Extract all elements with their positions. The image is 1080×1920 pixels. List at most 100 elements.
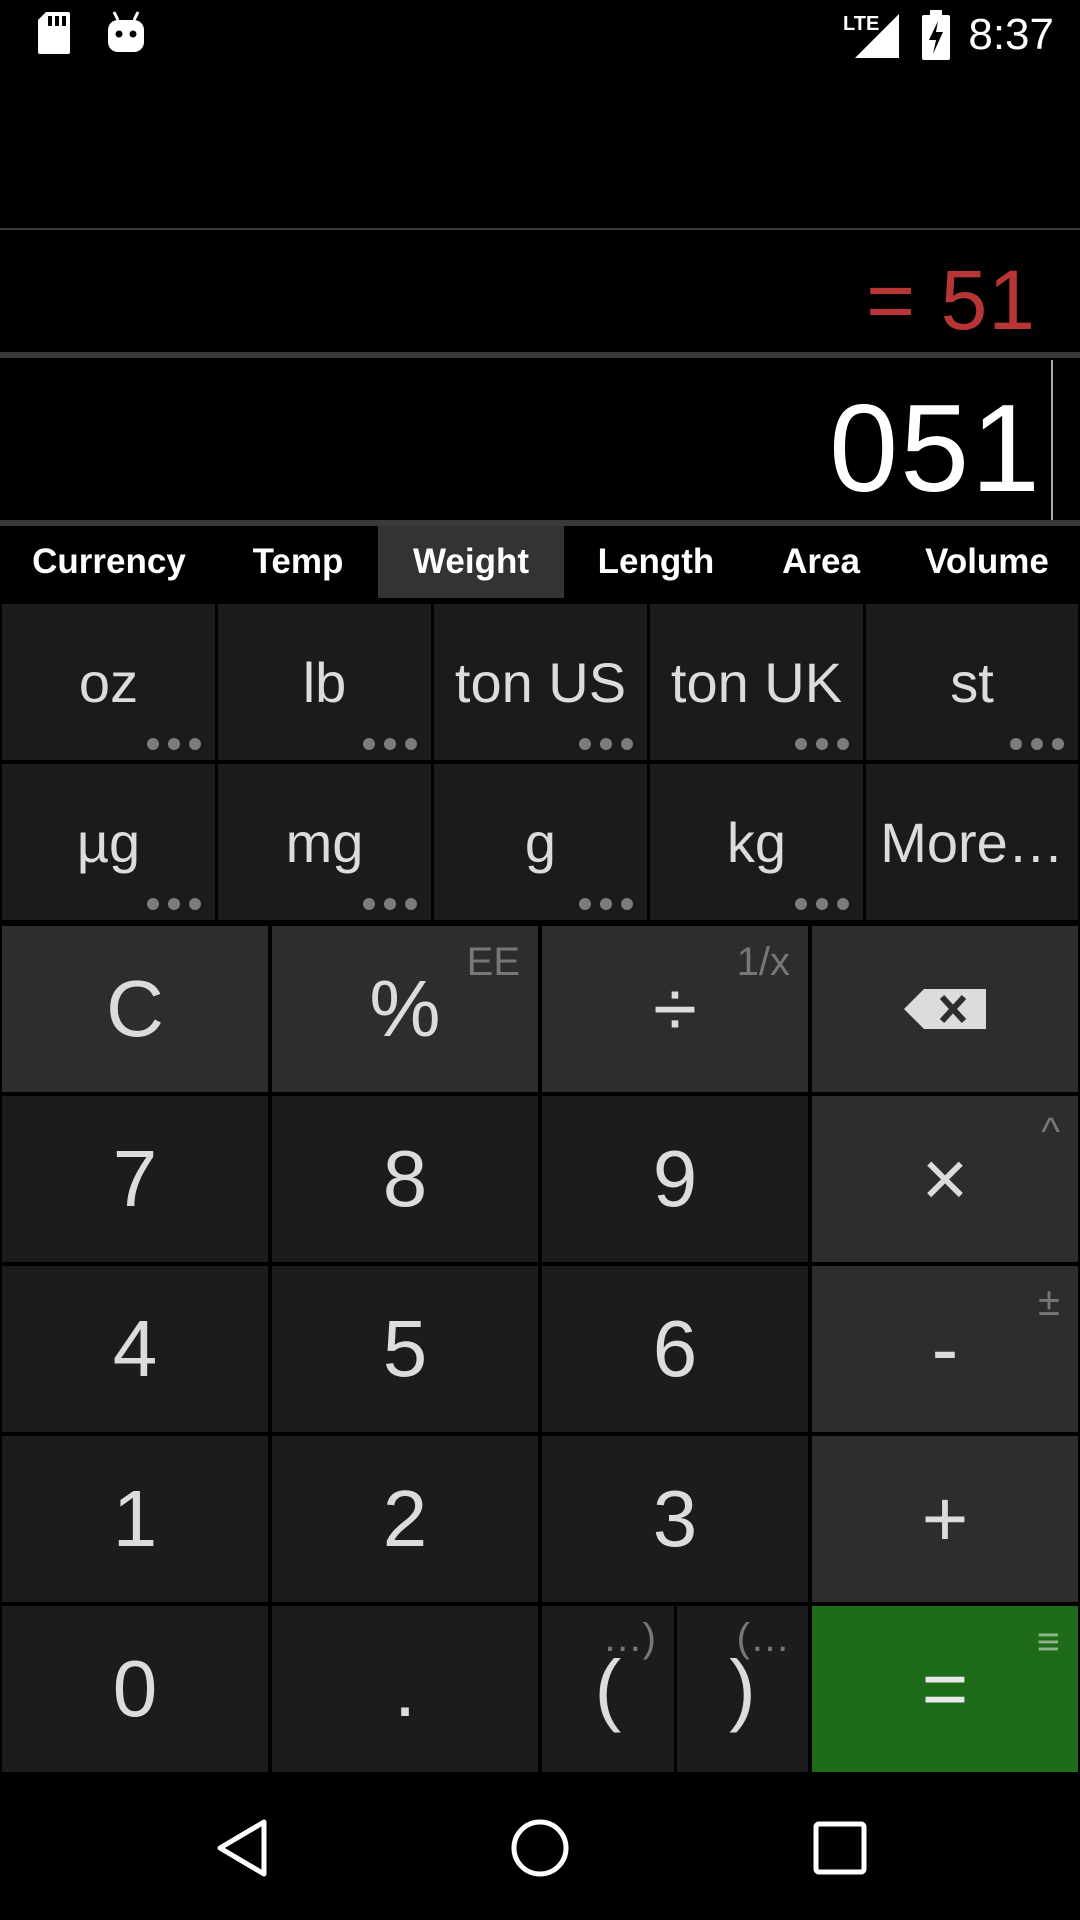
digit-4-button[interactable]: 4 [2,1266,268,1432]
unit-kg-button[interactable]: kg [650,764,863,920]
key-label: 0 [112,1644,158,1733]
status-bar: LTE 8:37 [0,0,1080,72]
text-cursor [1051,360,1053,520]
key-label: % [369,964,441,1053]
unit-label: µg [76,810,141,874]
result-display: = 51 [0,228,1080,354]
key-label: 4 [112,1304,158,1393]
digit-6-button[interactable]: 6 [542,1266,808,1432]
unit-category-tabs: Currency Temp Weight Length Area Volume [0,526,1080,598]
key-label: - [931,1304,959,1393]
more-options-icon [795,738,849,750]
key-label: 2 [382,1474,428,1563]
key-label: 1 [112,1474,158,1563]
unit-label: More… [880,810,1064,874]
unit-oz-button[interactable]: oz [2,604,215,760]
key-alt-label: 1/x [736,940,790,984]
key-label: 8 [382,1134,428,1223]
key-label: + [921,1474,969,1563]
unit-mg-button[interactable]: mg [218,764,431,920]
tab-length[interactable]: Length [564,526,748,598]
digit-5-button[interactable]: 5 [272,1266,538,1432]
digit-7-button[interactable]: 7 [2,1096,268,1262]
backspace-button[interactable] [812,926,1078,1092]
percent-button[interactable]: % EE [272,926,538,1092]
sd-card-icon [38,12,70,54]
unit-st-button[interactable]: st [866,604,1078,760]
unit-label: g [524,810,557,874]
back-icon[interactable] [206,1812,278,1884]
digit-9-button[interactable]: 9 [542,1096,808,1262]
unit-label: ton UK [670,650,843,714]
home-icon[interactable] [504,1812,576,1884]
more-options-icon [363,898,417,910]
close-paren-button[interactable]: ) (… [677,1606,808,1772]
key-label: C [106,964,164,1053]
unit-label: mg [285,810,364,874]
more-options-icon [147,738,201,750]
key-alt-label: (… [736,1616,790,1660]
more-options-icon [1010,738,1064,750]
more-units-button[interactable]: More… [866,764,1078,920]
unit-label: ton US [454,650,627,714]
divider [0,352,1080,358]
more-options-icon [363,738,417,750]
key-label: 6 [652,1304,698,1393]
expression-input[interactable]: 051 [829,378,1042,520]
digit-8-button[interactable]: 8 [272,1096,538,1262]
navigation-bar [0,1776,1080,1920]
unit-label: st [950,650,994,714]
tab-weight[interactable]: Weight [378,526,564,598]
unit-ug-button[interactable]: µg [2,764,215,920]
key-alt-label: EE [466,940,520,984]
key-alt-label: ^ [1041,1110,1060,1154]
result-value: = 51 [866,253,1036,347]
tab-currency[interactable]: Currency [0,526,218,598]
keypad: C % EE ÷ 1/x 7 8 9 × ^ 4 5 6 - ± 1 2 3 +… [0,924,1080,1776]
open-paren-button[interactable]: ( …) [542,1606,674,1772]
clear-button[interactable]: C [2,926,268,1092]
unit-label: lb [302,650,347,714]
multiply-button[interactable]: × ^ [812,1096,1078,1262]
tab-area[interactable]: Area [748,526,894,598]
more-options-icon [147,898,201,910]
digit-1-button[interactable]: 1 [2,1436,268,1602]
digit-3-button[interactable]: 3 [542,1436,808,1602]
clock: 8:37 [968,10,1054,59]
unit-g-button[interactable]: g [434,764,647,920]
unit-ton-us-button[interactable]: ton US [434,604,647,760]
unit-grid: oz lb ton US ton UK st µg mg g kg More… [0,602,1080,922]
equals-button[interactable]: = ≡ [812,1606,1078,1772]
key-label: 7 [112,1134,158,1223]
divide-button[interactable]: ÷ 1/x [542,926,808,1092]
tab-volume[interactable]: Volume [894,526,1080,598]
lte-signal-icon: LTE [843,10,901,60]
decimal-button[interactable]: . [272,1606,538,1772]
key-alt-label: …) [602,1616,656,1660]
unit-lb-button[interactable]: lb [218,604,431,760]
android-icon [108,11,144,52]
more-options-icon [579,898,633,910]
key-label: 3 [652,1474,698,1563]
minus-button[interactable]: - ± [812,1266,1078,1432]
key-label: × [921,1134,969,1223]
backspace-icon [904,989,986,1029]
unit-label: oz [78,650,139,714]
key-alt-label: ≡ [1036,1620,1060,1664]
digit-2-button[interactable]: 2 [272,1436,538,1602]
unit-label: kg [726,810,787,874]
key-label: 5 [382,1304,428,1393]
svg-text:LTE: LTE [843,13,879,35]
key-label: 9 [652,1134,698,1223]
digit-0-button[interactable]: 0 [2,1606,268,1772]
key-alt-label: ± [1038,1280,1060,1324]
more-options-icon [795,898,849,910]
key-label: . [393,1644,417,1733]
plus-button[interactable]: + [812,1436,1078,1602]
unit-ton-uk-button[interactable]: ton UK [650,604,863,760]
key-label: = [921,1644,969,1733]
more-options-icon [579,738,633,750]
key-label: ÷ [653,964,697,1053]
tab-temp[interactable]: Temp [218,526,378,598]
recents-icon[interactable] [804,1812,876,1884]
